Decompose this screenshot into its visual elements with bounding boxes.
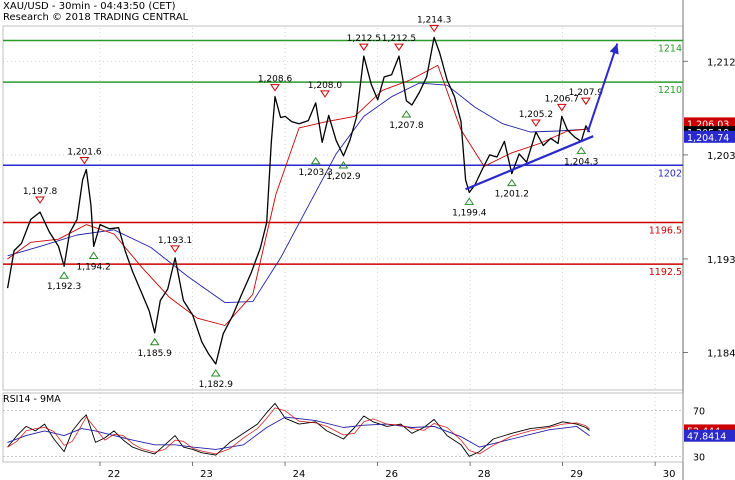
- peak-marker: [320, 90, 330, 98]
- x-tick-label: 30: [663, 469, 676, 480]
- y-tick-label: 1,193: [707, 255, 735, 266]
- trough-marker: [506, 178, 517, 187]
- peak-marker: [35, 196, 45, 204]
- y-tick-label: 1,203: [707, 151, 735, 162]
- level-label: 1214: [658, 43, 682, 54]
- price-badge-label: 1,204.74: [687, 133, 729, 144]
- rsi-panel-label: RSI14 - 9MA: [3, 394, 61, 405]
- trough-label: 1,204.3: [564, 157, 598, 167]
- series-rsi-ma: [7, 416, 590, 450]
- peak-label: 1,193.1: [158, 236, 192, 246]
- rsi-badge-label: 47.8414: [687, 432, 726, 443]
- peak-marker: [580, 97, 591, 106]
- trough-marker: [149, 337, 160, 346]
- peak-marker: [556, 103, 567, 112]
- peak-marker: [270, 84, 280, 92]
- trough-label: 1,185.9: [138, 349, 173, 359]
- trough-label: 1,207.8: [389, 121, 424, 131]
- trough-label: 1,194.2: [76, 262, 110, 272]
- level-label: 1192.5: [649, 267, 682, 278]
- peak-label: 1,212.5: [382, 34, 416, 44]
- trough-marker: [88, 251, 99, 259]
- rsi-tick-label: 70: [693, 406, 705, 417]
- peak-marker: [530, 119, 541, 127]
- rsi-tick-label: 30: [693, 452, 705, 463]
- x-tick-label: 24: [293, 469, 306, 480]
- trough-label: 1,199.4: [452, 208, 487, 218]
- series-rsi: [7, 402, 590, 457]
- y-tick-label: 1,212: [707, 57, 735, 68]
- trough-marker: [576, 146, 587, 154]
- trough-marker: [464, 197, 475, 205]
- x-tick-label: 29: [570, 469, 583, 480]
- trough-marker: [59, 271, 69, 279]
- peak-label: 1,197.8: [23, 187, 58, 197]
- peak-label: 1,208.6: [258, 75, 293, 85]
- peak-label: 1,205.2: [519, 110, 553, 120]
- arrow-head: [609, 43, 619, 55]
- trough-marker: [310, 156, 321, 165]
- peak-label: 1,208.0: [308, 81, 343, 91]
- x-tick-label: 28: [478, 469, 491, 480]
- level-label: 1202: [658, 168, 682, 179]
- trough-label: 1,201.2: [495, 190, 529, 200]
- x-tick-label: 26: [385, 469, 398, 480]
- series-price: [6, 36, 591, 365]
- price-chart: 1214 1210 1202 1196.5 1192.5 1,197.8 1,201.6 1…: [2, 0, 735, 480]
- trough-marker: [401, 110, 412, 118]
- trough-label: 1,192.3: [47, 282, 81, 292]
- peak-marker: [79, 156, 90, 165]
- main-plot-frame: [2, 25, 684, 391]
- level-label: 1196.5: [649, 226, 682, 237]
- x-tick-label: 22: [108, 469, 121, 480]
- peak-label: 1,212.5: [347, 34, 381, 44]
- peak-marker: [358, 43, 369, 51]
- peak-label: 1,201.6: [67, 147, 102, 157]
- x-tick-label: 23: [200, 469, 213, 480]
- peak-label: 1,214.3: [417, 15, 451, 25]
- trough-marker: [210, 369, 221, 377]
- level-label: 1210: [658, 85, 682, 96]
- peak-marker: [394, 43, 404, 51]
- peak-marker: [170, 245, 181, 253]
- y-tick-label: 1,184: [707, 349, 735, 360]
- trough-label: 1,202.9: [326, 172, 361, 182]
- peak-label: 1,207.9: [569, 88, 604, 98]
- trough-label: 1,182.9: [199, 380, 234, 390]
